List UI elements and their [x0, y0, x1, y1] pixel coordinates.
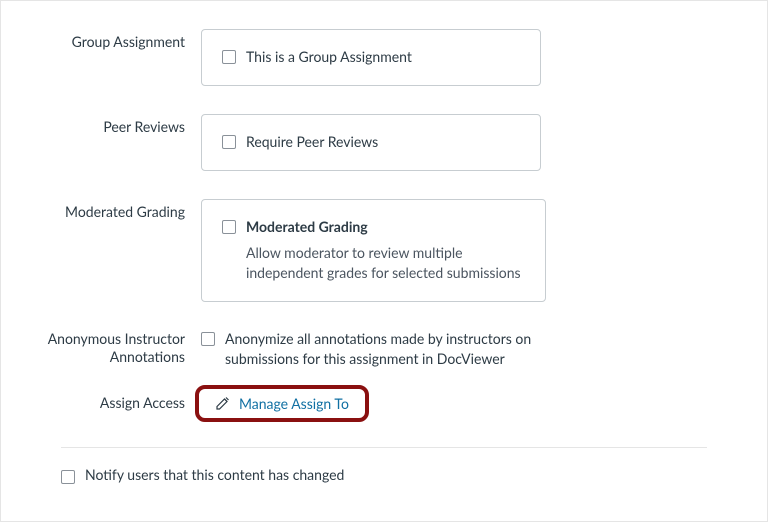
box-moderated-grading: Moderated Grading Allow moderator to rev… [201, 199, 546, 302]
peer-reviews-checkbox-label: Require Peer Reviews [246, 133, 378, 152]
settings-panel: Group Assignment This is a Group Assignm… [0, 0, 768, 522]
group-assignment-checkbox[interactable] [222, 50, 236, 64]
row-group-assignment: Group Assignment This is a Group Assignm… [1, 29, 767, 86]
box-group-assignment: This is a Group Assignment [201, 29, 541, 86]
label-group-assignment: Group Assignment [1, 29, 201, 51]
peer-reviews-option[interactable]: Require Peer Reviews [222, 133, 520, 152]
manage-assign-to-link-text: Manage Assign To [239, 395, 349, 412]
group-assignment-option[interactable]: This is a Group Assignment [222, 48, 520, 67]
label-peer-reviews: Peer Reviews [1, 114, 201, 136]
notify-users-checkbox[interactable] [61, 470, 75, 484]
label-assign-access: Assign Access [1, 387, 201, 419]
row-anonymous-annotations: Anonymous Instructor Annotations Anonymi… [1, 330, 767, 369]
moderated-grading-description: Allow moderator to review multiple indep… [246, 243, 525, 284]
manage-assign-to-button[interactable]: Manage Assign To [201, 389, 363, 418]
group-assignment-checkbox-label: This is a Group Assignment [246, 48, 412, 67]
pencil-icon [215, 395, 231, 411]
anonymous-annotations-checkbox-label: Anonymize all annotations made by instru… [225, 330, 531, 349]
moderated-grading-checkbox[interactable] [222, 220, 236, 234]
anonymous-annotations-checkbox[interactable] [201, 332, 215, 346]
box-peer-reviews: Require Peer Reviews [201, 114, 541, 171]
peer-reviews-checkbox[interactable] [222, 135, 236, 149]
label-moderated-grading: Moderated Grading [1, 199, 201, 221]
row-peer-reviews: Peer Reviews Require Peer Reviews [1, 114, 767, 171]
moderated-grading-checkbox-label: Moderated Grading [246, 218, 368, 237]
moderated-grading-option[interactable]: Moderated Grading [222, 218, 525, 237]
anonymous-annotations-checkbox-label-line2: submissions for this assignment in DocVi… [225, 349, 531, 369]
notify-users-option[interactable]: Notify users that this content has chang… [61, 466, 707, 485]
row-moderated-grading: Moderated Grading Moderated Grading Allo… [1, 199, 767, 302]
bottom-section: Notify users that this content has chang… [61, 447, 707, 485]
label-anonymous-annotations: Anonymous Instructor Annotations [1, 330, 201, 366]
notify-users-checkbox-label: Notify users that this content has chang… [85, 466, 344, 485]
row-assign-access: Assign Access Manage Assign To [1, 387, 767, 419]
anonymous-annotations-option[interactable]: Anonymize all annotations made by instru… [201, 330, 531, 349]
